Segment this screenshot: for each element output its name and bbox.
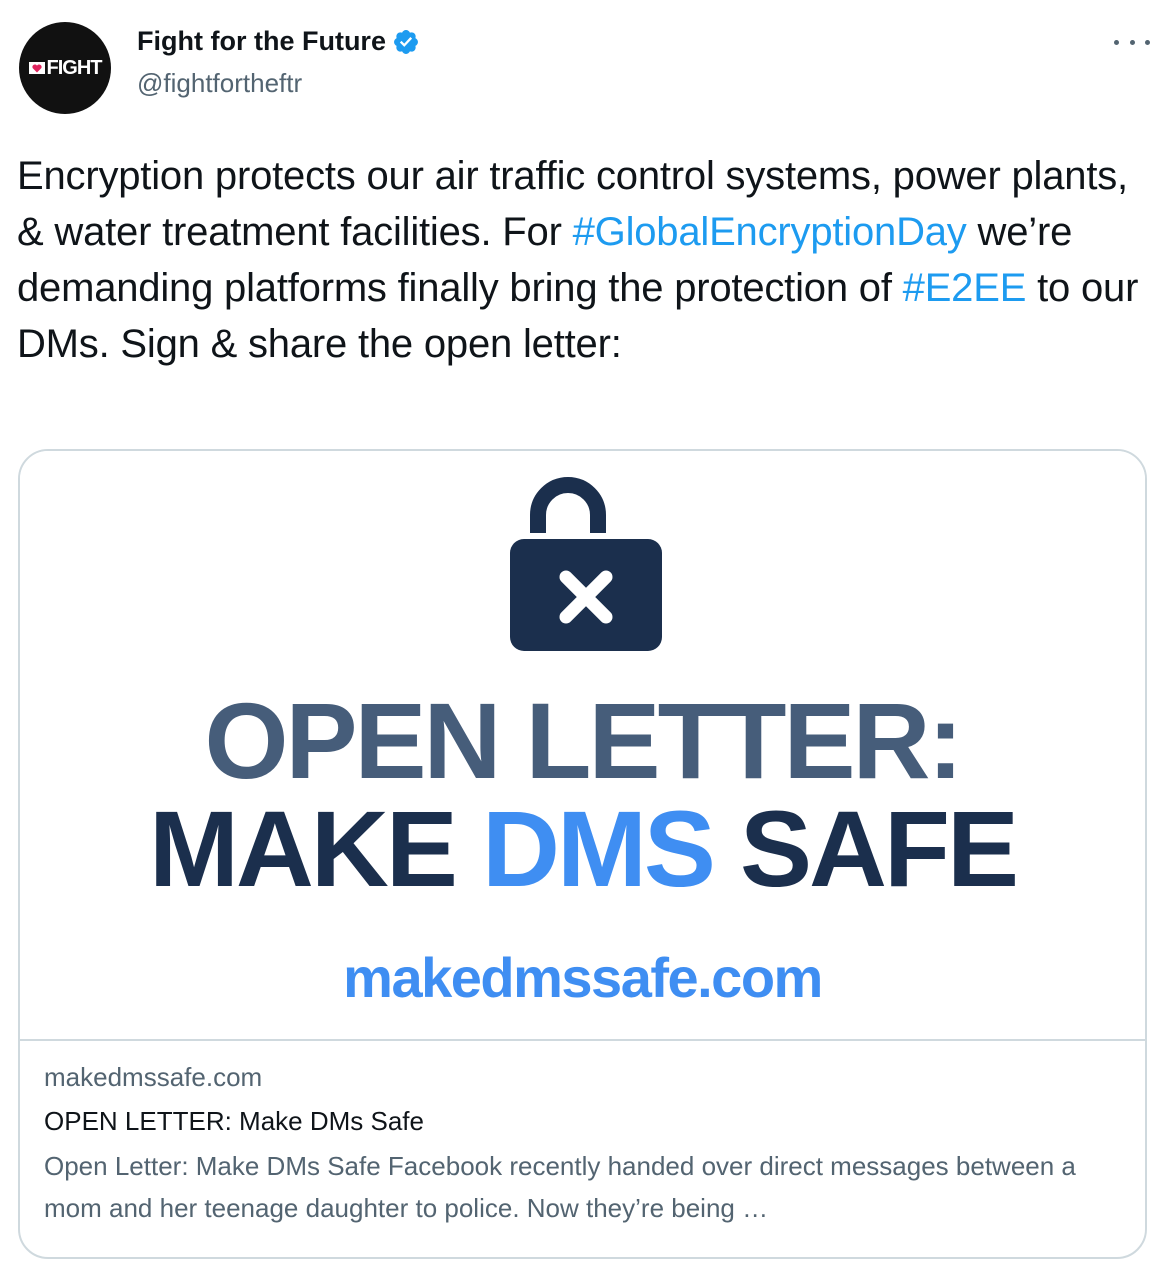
more-horizontal-icon[interactable] xyxy=(1114,30,1150,54)
link-card[interactable]: OPEN LETTER: MAKE DMS SAFE makedmssafe.c… xyxy=(18,449,1147,1259)
handle[interactable]: @fightfortheftr xyxy=(137,68,302,99)
verified-badge-icon xyxy=(394,29,418,54)
tweet-header: FIGHT Fight for the Future @fightforthef… xyxy=(0,0,1172,130)
card-meta[interactable]: makedmssafe.com OPEN LETTER: Make DMs Sa… xyxy=(44,1057,1124,1229)
image-headline-1: OPEN LETTER: xyxy=(204,680,963,801)
tweet-text: Encryption protects our air traffic cont… xyxy=(17,148,1147,372)
heart-icon xyxy=(28,62,45,74)
avatar-text: FIGHT xyxy=(46,56,103,79)
card-domain: makedmssafe.com xyxy=(44,1062,263,1092)
image-headline-2-part: MAKE xyxy=(148,788,482,909)
image-headline-2: MAKE DMS SAFE xyxy=(20,789,1145,909)
card-description: Open Letter: Make DMs Safe Facebook rece… xyxy=(44,1151,1076,1223)
image-headline-2-part: SAFE xyxy=(712,788,1019,909)
avatar[interactable]: FIGHT xyxy=(19,22,111,114)
image-url: makedmssafe.com xyxy=(343,946,823,1009)
image-headline-2-accent: DMS xyxy=(481,788,716,909)
display-name[interactable]: Fight for the Future xyxy=(137,26,386,57)
author-name-row: Fight for the Future xyxy=(137,26,420,57)
card-image[interactable]: OPEN LETTER: MAKE DMS SAFE makedmssafe.c… xyxy=(20,451,1145,1041)
unlocked-padlock-x-icon xyxy=(510,477,662,651)
hashtag-link[interactable]: #E2EE xyxy=(903,266,1027,310)
card-title: OPEN LETTER: Make DMs Safe xyxy=(44,1106,424,1136)
hashtag-link[interactable]: #GlobalEncryptionDay xyxy=(573,210,967,254)
